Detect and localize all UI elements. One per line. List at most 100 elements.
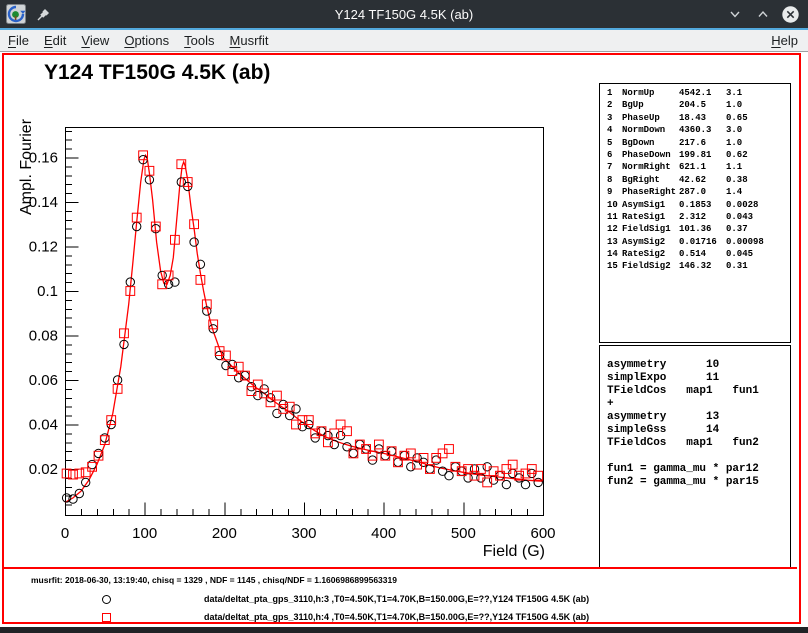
parameter-index: 14: [607, 249, 618, 259]
parameter-name: RateSig1: [622, 212, 665, 222]
parameter-error: 1.4: [726, 187, 742, 197]
minimize-button[interactable]: [725, 5, 744, 24]
musrfit-window: Y124 TF150G 4.5K (ab) FileEditViewO: [0, 0, 808, 633]
menu-file[interactable]: File: [8, 33, 29, 48]
parameter-name: BgDown: [622, 138, 654, 148]
parameter-error: 0.00098: [726, 237, 764, 247]
parameter-row: 5BgDown217.61.0: [600, 138, 790, 150]
x-tick-label: 400: [371, 525, 396, 542]
parameter-error: 0.043: [726, 212, 753, 222]
tick-labels: 01002003004005006000.020.040.060.080.10.…: [29, 150, 556, 543]
x-tick-label: 500: [451, 525, 476, 542]
plot-pad[interactable]: 01002003004005006000.020.040.060.080.10.…: [0, 52, 598, 569]
series-squares: [62, 151, 542, 487]
maximize-button[interactable]: [753, 5, 772, 24]
root-canvas[interactable]: 01002003004005006000.020.040.060.080.10.…: [0, 52, 808, 627]
titlebar[interactable]: Y124 TF150G 4.5K (ab): [0, 0, 808, 28]
parameter-index: 10: [607, 200, 618, 210]
parameter-error: 0.31: [726, 261, 748, 271]
parameter-name: AsymSig1: [622, 200, 665, 210]
menu-help[interactable]: Help: [771, 33, 798, 48]
menu-options[interactable]: Options: [124, 33, 169, 48]
theory-lines: asymmetry 10simplExpo 11TFieldCos map1 f…: [607, 359, 790, 489]
menu-view[interactable]: View: [81, 33, 109, 48]
parameter-value: 2.312: [679, 212, 706, 222]
parameter-index: 11: [607, 212, 618, 222]
x-tick-label: 100: [132, 525, 157, 542]
window-title: Y124 TF150G 4.5K (ab): [0, 7, 808, 22]
parameter-name: PhaseDown: [622, 150, 671, 160]
parameter-error: 0.65: [726, 113, 748, 123]
x-tick-label: 0: [61, 525, 69, 542]
parameter-index: 1: [607, 88, 612, 98]
parameters-pane[interactable]: 1NormUp4542.13.12BgUp204.51.03PhaseUp18.…: [599, 83, 791, 343]
parameter-name: FieldSig2: [622, 261, 671, 271]
legend-row: data/deltat_pta_gps_3110,h:3 ,T0=4.50K,T…: [4, 594, 797, 608]
pin-icon[interactable]: [36, 6, 52, 22]
y-tick-label: 0.02: [29, 461, 58, 478]
y-tick-label: 0.12: [29, 239, 58, 256]
parameter-value: 4542.1: [679, 88, 711, 98]
y-tick-label: 0.04: [29, 417, 58, 434]
parameter-index: 2: [607, 100, 612, 110]
parameter-value: 18.43: [679, 113, 706, 123]
parameter-error: 1.1: [726, 162, 742, 172]
parameter-rows: 1NormUp4542.13.12BgUp204.51.03PhaseUp18.…: [600, 88, 790, 274]
parameter-name: NormUp: [622, 88, 654, 98]
chevron-up-icon: [756, 7, 770, 21]
parameter-value: 621.1: [679, 162, 706, 172]
parameter-name: NormDown: [622, 125, 665, 135]
parameter-row: 6PhaseDown199.810.62: [600, 150, 790, 162]
y-tick-label: 0.08: [29, 328, 58, 345]
parameter-name: AsymSig2: [622, 237, 665, 247]
menubar: File Edit View Options Tools Musrfit Help: [0, 30, 808, 52]
parameter-row: 3PhaseUp18.430.65: [600, 113, 790, 125]
open-square-icon: [102, 613, 111, 622]
parameter-error: 0.045: [726, 249, 753, 259]
parameter-error: 0.38: [726, 175, 748, 185]
menu-edit[interactable]: Edit: [44, 33, 66, 48]
parameter-row: 1NormUp4542.13.1: [600, 88, 790, 100]
parameter-value: 204.5: [679, 100, 706, 110]
x-tick-label: 600: [530, 525, 555, 542]
menu-musrfit[interactable]: Musrfit: [230, 33, 269, 48]
parameter-error: 0.62: [726, 150, 748, 160]
parameter-index: 7: [607, 162, 612, 172]
parameter-value: 217.6: [679, 138, 706, 148]
parameter-index: 3: [607, 113, 612, 123]
y-tick-label: 0.06: [29, 372, 58, 389]
legend-label: data/deltat_pta_gps_3110,h:3 ,T0=4.50K,T…: [204, 594, 589, 604]
parameter-index: 12: [607, 224, 618, 234]
theory-line: TFieldCos map1 fun1: [607, 385, 790, 398]
info-pad[interactable]: musrfit: 2018-06-30, 13:19:40, chisq = 1…: [4, 567, 797, 623]
parameter-name: PhaseRight: [622, 187, 676, 197]
parameter-value: 4360.3: [679, 125, 711, 135]
musrfit-app-icon[interactable]: [6, 4, 26, 24]
parameter-value: 146.32: [679, 261, 711, 271]
theory-line: TFieldCos map1 fun2: [607, 437, 790, 450]
window-frame-bottom: [0, 627, 808, 633]
parameter-row: 8BgRight42.620.38: [600, 175, 790, 187]
parameter-index: 9: [607, 187, 612, 197]
close-button[interactable]: [781, 5, 800, 24]
theory-pane[interactable]: asymmetry 10simplExpo 11TFieldCos map1 f…: [599, 345, 791, 568]
series-circles: [62, 156, 542, 504]
parameter-error: 0.0028: [726, 200, 758, 210]
parameter-name: BgRight: [622, 175, 660, 185]
parameter-index: 4: [607, 125, 612, 135]
legend-row: data/deltat_pta_gps_3110,h:4 ,T0=4.50K,T…: [4, 612, 797, 626]
parameter-name: NormRight: [622, 162, 671, 172]
parameter-value: 42.62: [679, 175, 706, 185]
theory-line: asymmetry 10: [607, 359, 790, 372]
parameter-row: 15 FieldSig2 146.32 0.31: [600, 261, 790, 273]
window-buttons: [725, 0, 800, 28]
parameter-index: 15: [607, 261, 618, 271]
menu-tools[interactable]: Tools: [184, 33, 214, 48]
parameter-index: 6: [607, 150, 612, 160]
parameter-value: 0.514: [679, 249, 706, 259]
theory-line: [607, 450, 790, 463]
parameter-value: 287.0: [679, 187, 706, 197]
parameter-value: 101.36: [679, 224, 711, 234]
parameter-name: FieldSig1: [622, 224, 671, 234]
parameter-row: 10AsymSig10.18530.0028: [600, 200, 790, 212]
